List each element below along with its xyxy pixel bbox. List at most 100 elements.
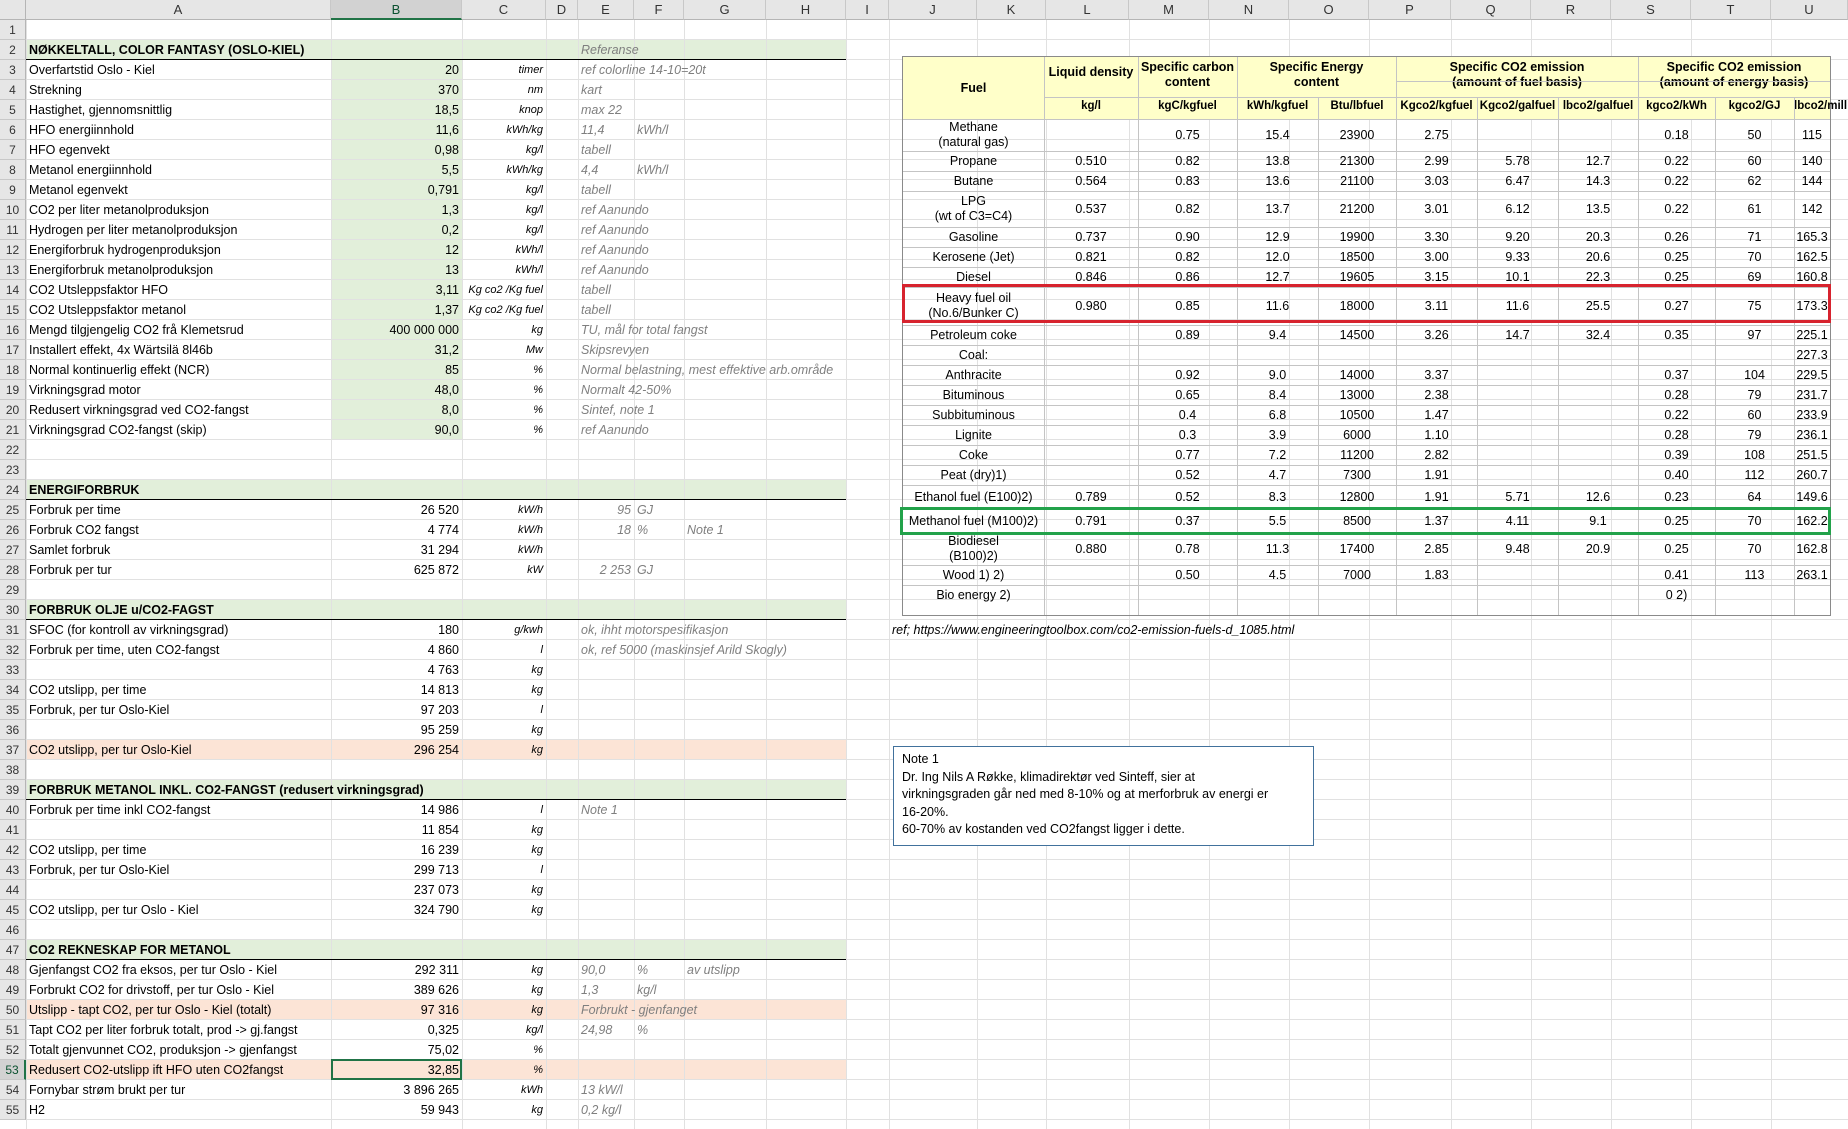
cell-c20[interactable]: % [462,400,546,420]
cell-b50[interactable]: 97 316 [331,1000,462,1020]
cell-c40[interactable]: l [462,800,546,820]
cell-a7[interactable]: HFO egenvekt [26,140,331,160]
note-1-textbox[interactable]: Note 1 Dr. Ing Nils A Røkke, klimadirekt… [893,746,1314,846]
row-header-36[interactable]: 36 [0,720,26,740]
column-header-u[interactable]: U [1771,0,1848,20]
cell-c42[interactable]: kg [462,840,546,860]
cell-c15[interactable]: Kg co2 /Kg fuel [462,300,546,320]
cell-e7[interactable]: tabell [578,140,634,160]
row-header-45[interactable]: 45 [0,900,26,920]
row-header-15[interactable]: 15 [0,300,26,320]
column-header-s[interactable]: S [1611,0,1691,20]
cell-c10[interactable]: kg/l [462,200,546,220]
cell-c3[interactable]: timer [462,60,546,80]
cell-c17[interactable]: Mw [462,340,546,360]
row-header-19[interactable]: 19 [0,380,26,400]
cell-e11[interactable]: ref Aanundo [578,220,649,240]
cell-a5[interactable]: Hastighet, gjennomsnittlig [26,100,331,120]
cell-a14[interactable]: CO2 Utsleppsfaktor HFO [26,280,331,300]
cell-a17[interactable]: Installert effekt, 4x Wärtsilä 8l46b [26,340,331,360]
cell-e40[interactable]: Note 1 [578,800,634,820]
cell-a42[interactable]: CO2 utslipp, per time [26,840,331,860]
cell-b7[interactable]: 0,98 [331,140,462,160]
row-header-44[interactable]: 44 [0,880,26,900]
row-header-1[interactable]: 1 [0,20,26,40]
select-all-corner[interactable] [0,0,26,20]
column-header-a[interactable]: A [26,0,331,20]
column-header-n[interactable]: N [1209,0,1289,20]
column-header-r[interactable]: R [1531,0,1611,20]
cell-b44[interactable]: 237 073 [331,880,462,900]
row-header-27[interactable]: 27 [0,540,26,560]
engineering-toolbox-ref[interactable]: ref; https://www.engineeringtoolbox.com/… [889,620,1297,640]
column-header-b[interactable]: B [331,0,462,20]
column-header-t[interactable]: T [1691,0,1771,20]
row-header-39[interactable]: 39 [0,780,26,800]
row-header-53[interactable]: 53 [0,1060,26,1080]
cell-e6[interactable]: 11,4 [578,120,634,140]
row-header-10[interactable]: 10 [0,200,26,220]
row-header-38[interactable]: 38 [0,760,26,780]
cell-a27[interactable]: Samlet forbruk [26,540,331,560]
row-header-5[interactable]: 5 [0,100,26,120]
cell-a34[interactable]: CO2 utslipp, per time [26,680,331,700]
cell-b8[interactable]: 5,5 [331,160,462,180]
cell-b43[interactable]: 299 713 [331,860,462,880]
cell-f49[interactable]: kg/l [634,980,684,1000]
column-header-l[interactable]: L [1046,0,1129,20]
cell-e55[interactable]: 0,2 kg/l [578,1100,634,1120]
cell-e13[interactable]: ref Aanundo [578,260,649,280]
cell-c54[interactable]: kWh [462,1080,546,1100]
cell-c36[interactable]: kg [462,720,546,740]
cell-e15[interactable]: tabell [578,300,634,320]
column-header-m[interactable]: M [1129,0,1209,20]
cell-c6[interactable]: kWh/kg [462,120,546,140]
cell-c32[interactable]: l [462,640,546,660]
cell-a51[interactable]: Tapt CO2 per liter forbruk totalt, prod … [26,1020,331,1040]
cell-c5[interactable]: knop [462,100,546,120]
row-header-28[interactable]: 28 [0,560,26,580]
row-header-12[interactable]: 12 [0,240,26,260]
cell-c41[interactable]: kg [462,820,546,840]
row-header-2[interactable]: 2 [0,40,26,60]
cell-e51[interactable]: 24,98 [578,1020,634,1040]
cell-b9[interactable]: 0,791 [331,180,462,200]
cell-e8[interactable]: 4,4 [578,160,634,180]
cell-e49[interactable]: 1,3 [578,980,634,1000]
cell-b28[interactable]: 625 872 [331,560,462,580]
row-header-54[interactable]: 54 [0,1080,26,1100]
cell-a39[interactable]: FORBRUK METANOL INKL. CO2-FANGST (reduse… [26,780,424,800]
cell-c16[interactable]: kg [462,320,546,340]
cell-b51[interactable]: 0,325 [331,1020,462,1040]
row-header-49[interactable]: 49 [0,980,26,1000]
cell-c12[interactable]: kWh/l [462,240,546,260]
cell-b19[interactable]: 48,0 [331,380,462,400]
cell-c4[interactable]: nm [462,80,546,100]
cell-a25[interactable]: Forbruk per time [26,500,331,520]
cell-a4[interactable]: Strekning [26,80,331,100]
cell-a3[interactable]: Overfartstid Oslo - Kiel [26,60,331,80]
cell-c49[interactable]: kg [462,980,546,1000]
row-header-14[interactable]: 14 [0,280,26,300]
cell-a18[interactable]: Normal kontinuerlig effekt (NCR) [26,360,331,380]
cell-b10[interactable]: 1,3 [331,200,462,220]
cell-c19[interactable]: % [462,380,546,400]
row-header-6[interactable]: 6 [0,120,26,140]
cell-e26[interactable]: 18 [578,520,634,540]
row-header-48[interactable]: 48 [0,960,26,980]
row-header-35[interactable]: 35 [0,700,26,720]
column-header-j[interactable]: J [889,0,977,20]
cell-c11[interactable]: kg/l [462,220,546,240]
cell-f51[interactable]: % [634,1020,684,1040]
cell-b33[interactable]: 4 763 [331,660,462,680]
cell-c25[interactable]: kW/h [462,500,546,520]
cell-b40[interactable]: 14 986 [331,800,462,820]
row-header-31[interactable]: 31 [0,620,26,640]
cell-e28[interactable]: 2 253 [578,560,634,580]
row-header-22[interactable]: 22 [0,440,26,460]
cell-b11[interactable]: 0,2 [331,220,462,240]
cell-a55[interactable]: H2 [26,1100,331,1120]
cell-e16[interactable]: TU, mål for total fangst [578,320,707,340]
row-header-29[interactable]: 29 [0,580,26,600]
cell-c55[interactable]: kg [462,1100,546,1120]
